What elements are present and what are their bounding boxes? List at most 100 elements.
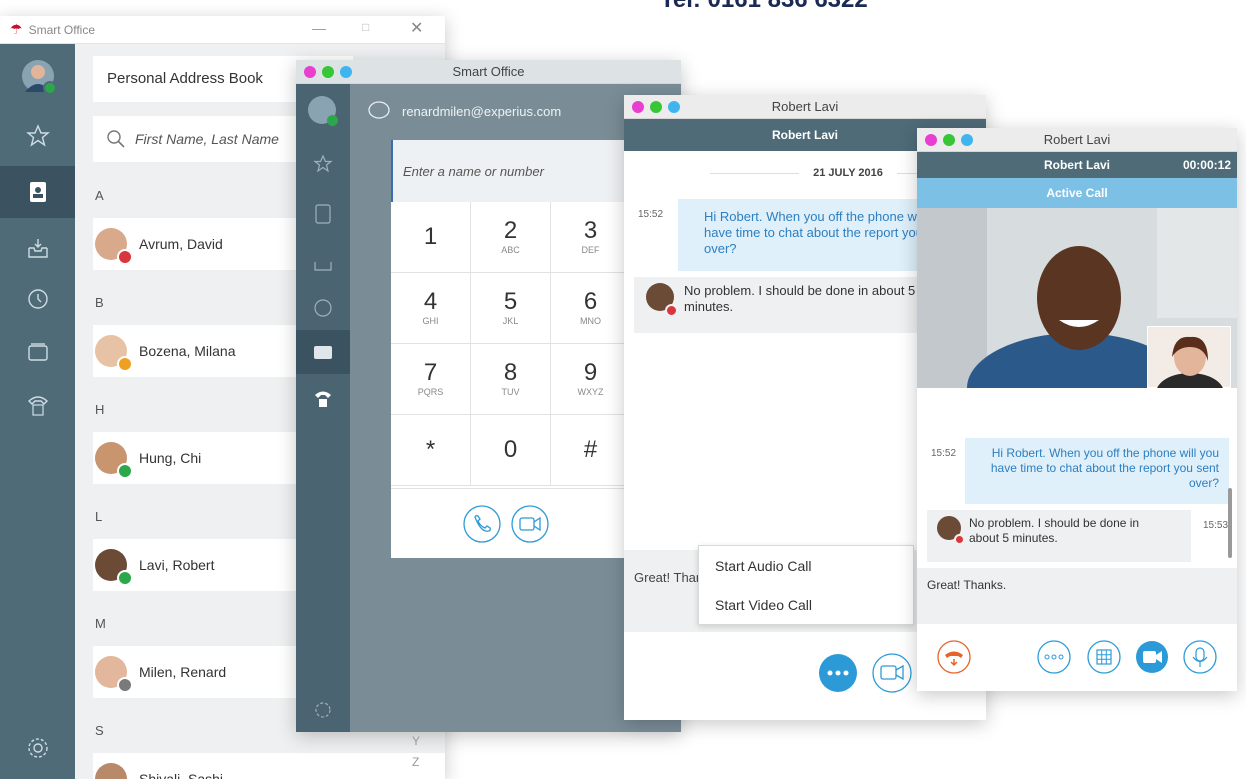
close-dot-icon[interactable] bbox=[304, 66, 316, 78]
favorites-icon[interactable] bbox=[0, 124, 75, 148]
dialpad-sidebar bbox=[296, 84, 350, 732]
more-options-button[interactable] bbox=[818, 653, 858, 693]
offline-status-icon bbox=[117, 677, 133, 693]
compose-area[interactable]: Great! Thanks. bbox=[917, 568, 1237, 624]
favorites-icon[interactable] bbox=[296, 154, 350, 174]
key-letters: MNO bbox=[580, 316, 601, 326]
keypad-key[interactable]: 9 WXYZ bbox=[551, 344, 631, 415]
video-call-button[interactable] bbox=[511, 504, 549, 543]
win4-title: Robert Lavi bbox=[1043, 132, 1111, 147]
settings-gear-icon[interactable] bbox=[0, 736, 75, 760]
keypad-key[interactable]: 8 TUV bbox=[471, 344, 551, 415]
contact-name: Hung, Chi bbox=[139, 450, 202, 466]
key-letters: PQRS bbox=[417, 387, 444, 397]
close-dot-icon[interactable] bbox=[632, 101, 644, 113]
more-options-button[interactable] bbox=[1037, 640, 1071, 674]
user-avatar[interactable] bbox=[22, 60, 57, 95]
contact-avatar bbox=[95, 335, 133, 372]
settings-gear-icon[interactable] bbox=[296, 700, 350, 720]
zoom-dot-icon[interactable] bbox=[340, 66, 352, 78]
scrollbar[interactable] bbox=[1228, 488, 1232, 558]
minimize-dot-icon[interactable] bbox=[650, 101, 662, 113]
minimize-dot-icon[interactable] bbox=[943, 134, 955, 146]
key-digit: 5 bbox=[503, 288, 518, 315]
chat-bubble-icon[interactable] bbox=[368, 101, 390, 121]
contact-name: Milen, Renard bbox=[139, 664, 227, 680]
contact-avatar bbox=[95, 763, 127, 779]
key-digit: 9 bbox=[583, 359, 598, 386]
user-avatar-small[interactable] bbox=[308, 96, 338, 126]
win4-titlebar: Robert Lavi bbox=[917, 128, 1237, 152]
contact-name: Shivali, Sashi bbox=[139, 771, 224, 779]
incoming-message: No problem. I should be done in about 5 … bbox=[927, 510, 1191, 562]
start-video-call-item[interactable]: Start Video Call bbox=[699, 586, 913, 624]
hangup-button[interactable] bbox=[937, 640, 971, 674]
minimize-button[interactable]: — bbox=[312, 20, 326, 36]
video-call-button[interactable] bbox=[872, 653, 912, 693]
keypad-key[interactable]: 0 bbox=[471, 415, 551, 486]
remote-video bbox=[917, 208, 1237, 388]
phone-dialpad-icon[interactable] bbox=[0, 392, 75, 418]
available-status-icon bbox=[117, 463, 133, 479]
close-dot-icon[interactable] bbox=[925, 134, 937, 146]
keypad-key[interactable]: 1 bbox=[391, 202, 471, 273]
app-logo-icon: ☂ bbox=[10, 21, 23, 37]
keypad-key[interactable]: 7 PQRS bbox=[391, 344, 471, 415]
key-digit: # bbox=[583, 436, 598, 463]
history-clock-icon[interactable] bbox=[296, 298, 350, 318]
video-toggle-button[interactable] bbox=[1135, 640, 1169, 674]
self-video-thumbnail[interactable] bbox=[1147, 326, 1231, 388]
win3-titlebar: Robert Lavi bbox=[624, 95, 986, 119]
index-letter[interactable]: Z bbox=[412, 755, 419, 769]
call-controls bbox=[917, 638, 1237, 682]
key-digit: 2 bbox=[503, 217, 518, 244]
contact-avatar bbox=[95, 549, 133, 586]
key-digit: 7 bbox=[423, 359, 438, 386]
keypad-key[interactable]: 6 MNO bbox=[551, 273, 631, 344]
keypad-key[interactable]: * bbox=[391, 415, 471, 486]
contact-avatar bbox=[937, 516, 965, 545]
conversations-icon[interactable] bbox=[0, 340, 75, 364]
contacts-icon[interactable] bbox=[296, 204, 350, 224]
chat-header-name: Robert Lavi bbox=[771, 128, 838, 142]
keypad-key[interactable]: 4 GHI bbox=[391, 273, 471, 344]
main-sidebar bbox=[0, 44, 75, 779]
start-audio-call-item[interactable]: Start Audio Call bbox=[699, 546, 913, 586]
maximize-button[interactable]: □ bbox=[362, 20, 369, 34]
microphone-button[interactable] bbox=[1183, 640, 1217, 674]
conversations-icon[interactable] bbox=[296, 330, 350, 374]
audio-call-button[interactable] bbox=[463, 504, 501, 543]
contact-row[interactable]: Shivali, Sashi bbox=[93, 753, 445, 779]
phone-dialpad-icon[interactable] bbox=[296, 388, 350, 408]
close-button[interactable]: ✕ bbox=[410, 18, 423, 38]
key-digit: 0 bbox=[503, 436, 518, 463]
index-letter[interactable]: Y bbox=[412, 734, 420, 748]
busy-status-icon bbox=[954, 534, 965, 545]
history-clock-icon[interactable] bbox=[0, 287, 75, 311]
key-letters: ABC bbox=[501, 245, 520, 255]
available-status-icon bbox=[43, 81, 57, 95]
incoming-message-text: No problem. I should be done in about 5 … bbox=[969, 516, 1140, 545]
keypad-key[interactable]: 3 DEF bbox=[551, 202, 631, 273]
search-input[interactable]: First Name, Last Name bbox=[135, 131, 279, 147]
active-call-banner: Active Call bbox=[917, 178, 1237, 208]
chat-date: 21 JULY 2016 bbox=[813, 167, 883, 179]
call-timer: 00:00:12 bbox=[1182, 158, 1231, 172]
key-digit: 8 bbox=[503, 359, 518, 386]
contacts-icon[interactable] bbox=[0, 166, 75, 218]
keypad-key[interactable]: 2 ABC bbox=[471, 202, 551, 273]
keypad-key[interactable]: 5 JKL bbox=[471, 273, 551, 344]
zoom-dot-icon[interactable] bbox=[668, 101, 680, 113]
active-call-window: Robert Lavi Robert Lavi 00:00:12 Active … bbox=[917, 128, 1237, 691]
contact-avatar bbox=[646, 283, 678, 317]
keypad-button[interactable] bbox=[1087, 640, 1121, 674]
inbox-icon[interactable] bbox=[0, 236, 75, 260]
key-digit: 1 bbox=[423, 223, 438, 250]
keypad-key[interactable]: # bbox=[551, 415, 631, 486]
inbox-icon[interactable] bbox=[296, 252, 350, 272]
zoom-dot-icon[interactable] bbox=[961, 134, 973, 146]
contact-avatar bbox=[95, 442, 133, 479]
key-letters: DEF bbox=[581, 245, 600, 255]
call-header-name: Robert Lavi bbox=[1043, 158, 1110, 172]
minimize-dot-icon[interactable] bbox=[322, 66, 334, 78]
